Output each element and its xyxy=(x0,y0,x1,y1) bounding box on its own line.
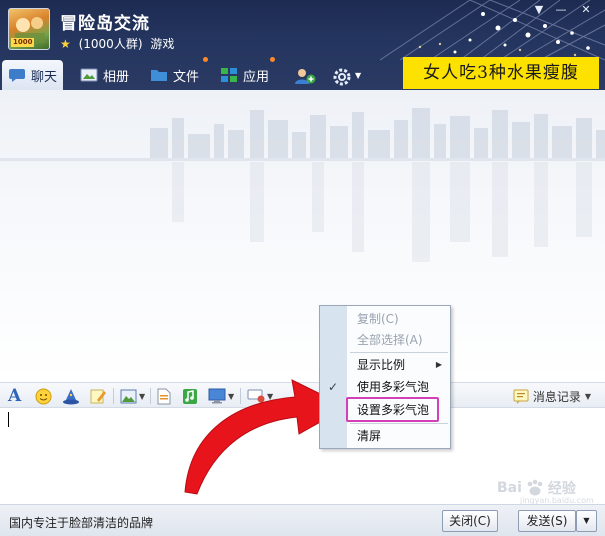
minimize-button[interactable]: — xyxy=(552,3,570,17)
member-count: (1000人群) xyxy=(78,37,143,51)
send-file-button[interactable] xyxy=(156,387,172,405)
wizard-hat-icon xyxy=(63,388,79,404)
image-icon xyxy=(120,389,137,403)
context-menu: 复制(C) 全部选择(A) 显示比例 ▶ ✓ 使用多彩气泡 设置多彩气泡 清屏 xyxy=(319,305,451,449)
chat-icon xyxy=(8,67,26,83)
tab-apps[interactable]: 应用 xyxy=(214,60,275,90)
gear-icon xyxy=(332,67,351,86)
menu-item-use-bubbles[interactable]: 使用多彩气泡 xyxy=(348,377,450,397)
smiley-icon xyxy=(35,388,52,404)
star-icon: ★ xyxy=(60,37,71,51)
group-meta: ★ (1000人群) 游戏 xyxy=(60,35,178,52)
font-button[interactable]: A xyxy=(8,386,22,406)
menu-item-zoom-label: 显示比例 xyxy=(357,358,406,372)
document-icon xyxy=(157,388,171,404)
close-window-button[interactable]: ✕ xyxy=(577,3,595,17)
apps-icon xyxy=(220,67,238,83)
toolbar-separator xyxy=(113,388,114,404)
menu-item-select-all[interactable]: 全部选择(A) xyxy=(348,330,450,350)
close-chat-button[interactable]: 关闭(C) xyxy=(442,510,498,532)
message-area[interactable] xyxy=(0,90,605,382)
notification-dot xyxy=(270,57,275,62)
notification-dot xyxy=(203,57,208,62)
highlight-box-annotation xyxy=(346,397,439,422)
group-category[interactable]: 游戏 xyxy=(150,37,174,51)
folder-icon xyxy=(150,67,168,83)
tab-photo-album[interactable]: 相册 xyxy=(74,60,135,90)
paw-icon xyxy=(527,479,543,496)
avatar-tag: 1000 xyxy=(11,38,35,47)
tab-chat[interactable]: 聊天 xyxy=(2,60,64,90)
tab-files[interactable]: 文件 xyxy=(144,60,205,90)
menu-item-clear-screen[interactable]: 清屏 xyxy=(348,426,450,446)
tab-chat-label: 聊天 xyxy=(31,69,58,85)
toolbar-separator xyxy=(150,388,151,404)
watermark-suffix: 经验 xyxy=(547,481,576,497)
group-name[interactable]: 冒险岛交流 xyxy=(60,9,150,34)
watermark-subtext: jingyan.baidu.com xyxy=(520,496,594,505)
tab-bar: 聊天 相册 文件 应用 ▼ xyxy=(0,57,400,90)
chevron-down-icon: ▼ xyxy=(584,391,591,401)
send-button[interactable]: 发送(S) xyxy=(518,510,576,532)
message-history-button[interactable]: 消息记录 ▼ xyxy=(513,387,591,405)
bottom-bar: 国内专注于脸部清洁的品牌 关闭(C) 发送(S) ▼ xyxy=(0,504,605,536)
menu-item-copy[interactable]: 复制(C) xyxy=(348,309,450,329)
ad-link[interactable]: 国内专注于脸部清洁的品牌 xyxy=(9,514,153,531)
chevron-down-icon: ▼ xyxy=(355,70,362,80)
send-options-button[interactable]: ▼ xyxy=(576,510,597,532)
history-label: 消息记录 xyxy=(532,389,581,404)
tab-files-label: 文件 xyxy=(173,69,200,85)
doodle-button[interactable] xyxy=(89,387,107,405)
settings-button[interactable]: ▼ xyxy=(326,60,367,90)
pencil-note-icon xyxy=(90,389,106,403)
group-header: 1000 冒险岛交流 ★ (1000人群) 游戏 ▼ — ✕ 聊天 相册 文件 … xyxy=(0,0,605,90)
menu-separator xyxy=(350,352,448,353)
watermark-text: Bai xyxy=(497,480,522,496)
photo-album-icon xyxy=(80,67,98,83)
check-icon: ✓ xyxy=(328,380,339,394)
promo-banner[interactable]: 女人吃3种水果瘦腹 xyxy=(403,57,599,89)
add-user-icon xyxy=(294,67,316,84)
emoji-button[interactable] xyxy=(35,387,52,405)
city-skyline-background xyxy=(0,108,605,262)
font-icon: A xyxy=(8,386,22,406)
magic-expression-button[interactable] xyxy=(62,387,80,405)
tab-photo-album-label: 相册 xyxy=(103,69,130,85)
baidu-watermark: Bai 经验 xyxy=(497,478,576,498)
menu-separator xyxy=(350,423,448,424)
chevron-down-icon: ▼ xyxy=(139,391,146,401)
send-image-button[interactable]: ▼ xyxy=(120,387,145,405)
window-menu-button[interactable]: ▼ xyxy=(530,3,548,17)
menu-item-zoom[interactable]: 显示比例 ▶ xyxy=(348,355,450,375)
text-caret xyxy=(8,412,9,427)
chat-window: 1000 冒险岛交流 ★ (1000人群) 游戏 ▼ — ✕ 聊天 相册 文件 … xyxy=(0,0,605,536)
tab-apps-label: 应用 xyxy=(243,69,270,85)
chevron-right-icon: ▶ xyxy=(435,360,442,369)
history-icon xyxy=(513,389,529,404)
menu-gutter xyxy=(320,306,347,448)
add-member-button[interactable] xyxy=(288,60,323,90)
group-avatar[interactable]: 1000 xyxy=(8,8,50,50)
